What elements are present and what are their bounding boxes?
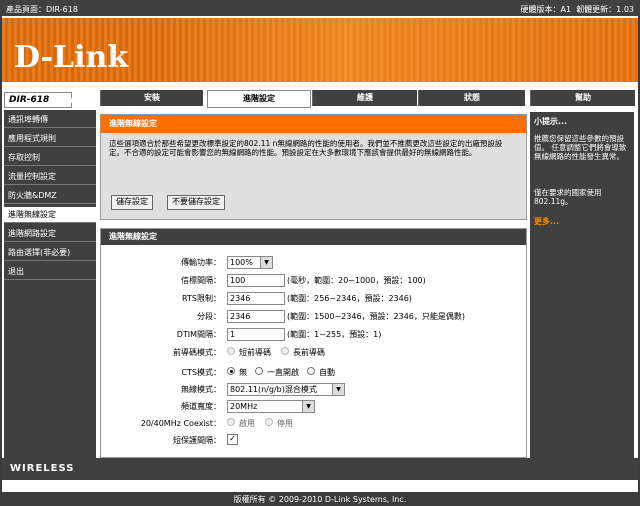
- intro-section: 進階無線設定 這些選項適合於那些希望更改標準設定的802.11 n無線網路的性能…: [100, 114, 527, 220]
- dtim-label: DTIM間隔：: [176, 330, 221, 339]
- help-panel: 小提示... 推薦您保留這些參數的預設值。 任意調整它們將會導致無線網路的性能發…: [530, 112, 634, 458]
- wireless-mode-select[interactable]: 802.11(n/g/b)混合模式 ▼: [227, 383, 345, 396]
- short-gi-label: 短保護間隔：: [173, 436, 221, 445]
- channel-width-select[interactable]: 20MHz ▼: [227, 400, 315, 413]
- hardware-version: 硬體版本：A1: [520, 5, 572, 14]
- tx-power-label: 傳輸功率：: [181, 258, 221, 267]
- version-info: 硬體版本：A1 韌體更新：1.03: [521, 4, 634, 15]
- preamble-short-radio[interactable]: [227, 347, 235, 355]
- fragmentation-input[interactable]: 2346: [227, 310, 285, 323]
- beacon-label: 信標間隔：: [181, 276, 221, 285]
- save-settings-button[interactable]: 儲存設定: [111, 195, 153, 210]
- brand-banner: D-Link: [2, 18, 638, 82]
- tab-status[interactable]: 狀態: [418, 90, 525, 106]
- coexist-label: 20/40MHz Coexist：: [140, 419, 221, 428]
- beacon-hint: (毫秒，範圍：20~1000，預設：100): [287, 276, 426, 285]
- sidebar-item-port-forwarding[interactable]: 通訊埠轉傳: [4, 112, 96, 128]
- sidebar-item-logout[interactable]: 退出: [4, 264, 96, 280]
- tab-maintenance[interactable]: 維護: [312, 90, 417, 106]
- short-gi-checkbox[interactable]: ✓: [227, 434, 238, 445]
- sidebar-item-advanced-network[interactable]: 進階網路設定: [4, 226, 96, 242]
- sidebar-item-routing[interactable]: 路由選擇(非必要): [4, 245, 96, 261]
- coexist-enable-label: 啟用: [239, 419, 255, 428]
- rts-label: RTS限制：: [182, 294, 221, 303]
- chevron-down-icon: ▼: [302, 401, 314, 412]
- intro-description: 這些選項適合於那些希望更改標準設定的802.11 n無線網路的性能的使用者。我們…: [109, 139, 503, 157]
- intro-section-title: 進階無線設定: [101, 115, 526, 133]
- firmware-version: 韌體更新：1.03: [576, 5, 634, 14]
- cts-auto-label: 自動: [319, 368, 335, 377]
- dtim-hint: (範圍：1~255，預設：1): [287, 330, 382, 339]
- more-link[interactable]: 更多...: [534, 216, 559, 227]
- fragmentation-hint: (範圍：1500~2346，預設：2346，只能是偶數): [287, 312, 466, 321]
- tab-setup[interactable]: 安裝: [100, 90, 203, 106]
- fragmentation-label: 分段：: [197, 312, 221, 321]
- wireless-footer: WIRELESS: [2, 458, 638, 480]
- cts-auto-radio[interactable]: [307, 367, 315, 375]
- wireless-mode-label: 無線模式：: [181, 385, 221, 394]
- preamble-label: 前導碼模式：: [173, 348, 221, 357]
- rts-hint: (範圍：256~2346，預設：2346): [287, 294, 412, 303]
- sidebar-item-access-control[interactable]: 存取控制: [4, 150, 96, 166]
- cts-always-radio[interactable]: [255, 367, 263, 375]
- chevron-down-icon: ▼: [332, 384, 344, 395]
- cts-always-label: 一直開啟: [267, 368, 299, 377]
- cts-none-radio[interactable]: [227, 367, 235, 375]
- dlink-logo: D-Link: [14, 40, 129, 75]
- advanced-section-title: 進階無線設定: [101, 229, 526, 245]
- help-title: 小提示...: [534, 117, 568, 126]
- channel-width-label: 頻道寬度：: [181, 402, 221, 411]
- tab-advanced[interactable]: 進階設定: [207, 90, 311, 108]
- help-text-1: 推薦您保留這些參數的預設值。 任意調整它們將會導致無線網路的性能發生異常。: [534, 134, 627, 161]
- sidebar-item-application-rules[interactable]: 應用程式規則: [4, 131, 96, 147]
- checkmark-icon: ✓: [229, 434, 236, 443]
- sidebar-item-advanced-wireless[interactable]: 進階無線設定: [4, 207, 96, 223]
- tab-help[interactable]: 幫助: [530, 90, 635, 106]
- help-text-2: 僅在要求的國家使用802.11g。: [534, 188, 602, 206]
- tx-power-select[interactable]: 100% ▼: [227, 256, 273, 269]
- sidebar-item-traffic-control[interactable]: 流量控制設定: [4, 169, 96, 185]
- coexist-enable-radio[interactable]: [227, 418, 235, 426]
- rts-input[interactable]: 2346: [227, 292, 285, 305]
- preamble-short-label: 短前導碼: [239, 348, 271, 357]
- cts-label: CTS模式：: [181, 368, 221, 377]
- coexist-disable-radio[interactable]: [265, 418, 273, 426]
- chevron-down-icon: ▼: [260, 257, 272, 268]
- dont-save-button[interactable]: 不要儲存設定: [167, 195, 225, 210]
- product-page-label: 產品頁面：DIR-618: [6, 5, 78, 14]
- preamble-long-label: 長前導碼: [293, 348, 325, 357]
- preamble-long-radio[interactable]: [281, 347, 289, 355]
- coexist-disable-label: 停用: [277, 419, 293, 428]
- model-label: DIR-618: [4, 92, 72, 108]
- sidebar-item-firewall-dmz[interactable]: 防火牆&DMZ: [4, 188, 96, 204]
- copyright: 版權所有 © 2009-2010 D-Link Systems, Inc.: [233, 495, 407, 504]
- cts-none-label: 無: [239, 368, 247, 377]
- advanced-wireless-section: 進階無線設定 傳輸功率： 100% ▼ 信標間隔： 100 (毫秒，範圍：20~…: [100, 228, 527, 458]
- top-bar: 產品頁面：DIR-618 硬體版本：A1 韌體更新：1.03: [0, 0, 640, 16]
- slash-decoration: ///: [70, 90, 81, 106]
- beacon-input[interactable]: 100: [227, 274, 285, 287]
- dtim-input[interactable]: 1: [227, 328, 285, 341]
